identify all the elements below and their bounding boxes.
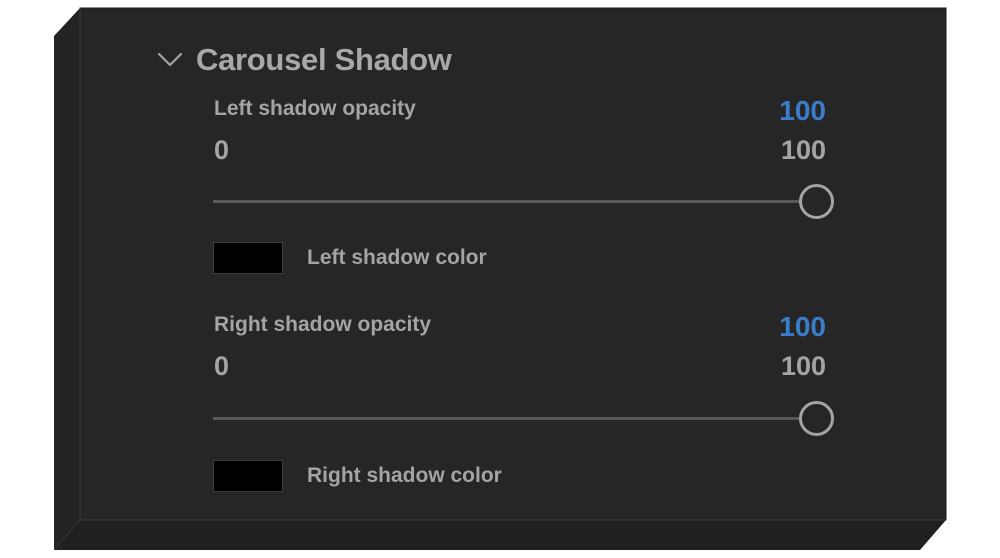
left-shadow-color-swatch[interactable] [213,242,283,274]
left-shadow-opacity-max: 100 [780,135,826,165]
right-shadow-opacity-min: 0 [214,351,230,381]
left-shadow-color-row: Left shadow color [213,241,487,275]
section-title: Carousel Shadow [196,42,452,77]
left-shadow-color-label: Left shadow color [307,246,487,269]
right-shadow-opacity-value: 100 [779,311,826,342]
right-shadow-opacity-slider[interactable] [213,401,834,436]
chevron-down-icon [157,52,183,67]
left-shadow-opacity-slider[interactable] [213,184,834,219]
right-shadow-color-row: Right shadow color [213,459,502,493]
left-shadow-opacity-value: 100 [779,95,826,126]
right-shadow-color-swatch[interactable] [213,460,283,492]
slider-track [213,417,805,420]
left-shadow-opacity-min: 0 [214,135,230,165]
slider-track [213,200,805,203]
section-header-carousel-shadow[interactable]: Carousel Shadow [156,38,452,82]
slider-thumb[interactable] [799,401,834,436]
settings-panel: Carousel Shadow Left shadow opacity 100 … [80,8,946,520]
right-shadow-color-label: Right shadow color [307,464,502,487]
right-shadow-opacity-max: 100 [780,351,826,381]
left-shadow-opacity-label: Left shadow opacity [214,97,416,120]
right-shadow-opacity-label: Right shadow opacity [214,313,432,336]
slider-thumb[interactable] [799,184,834,219]
screen: Carousel Shadow Left shadow opacity 100 … [0,0,1000,558]
